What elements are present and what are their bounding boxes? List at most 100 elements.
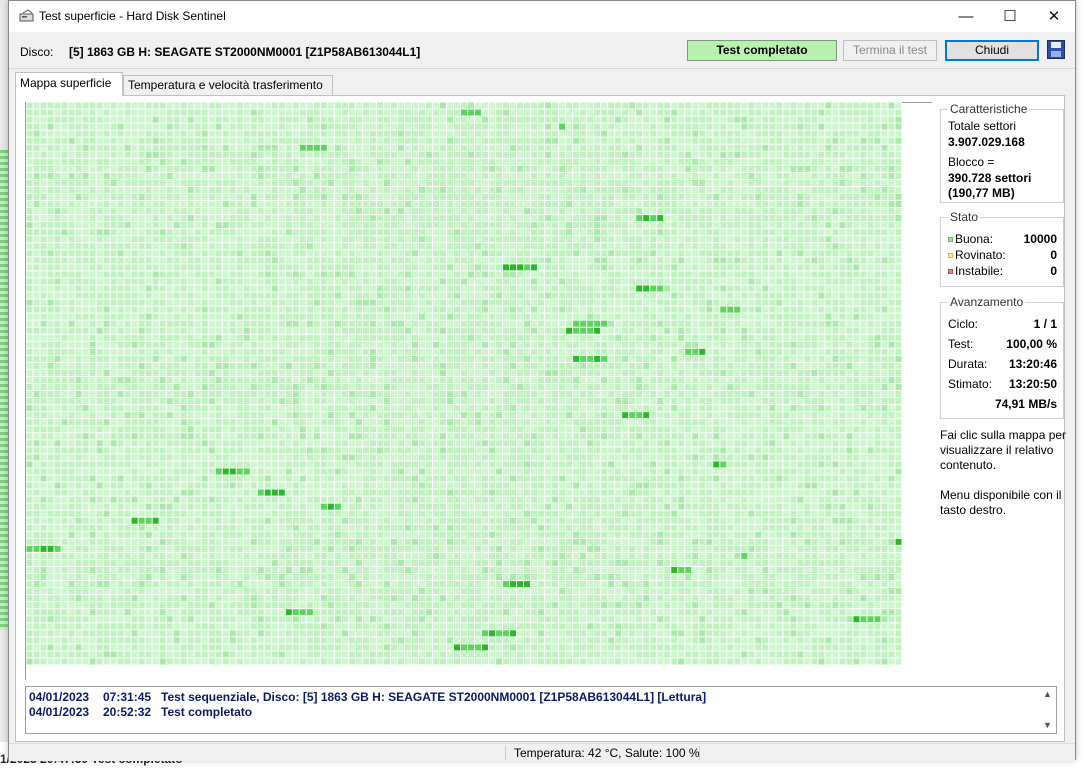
map-block[interactable] [461,376,468,383]
map-block[interactable] [68,278,75,285]
map-block[interactable] [26,362,33,369]
map-block[interactable] [159,172,166,179]
map-block[interactable] [853,285,860,292]
map-block[interactable] [685,179,692,186]
map-block[interactable] [404,327,411,334]
map-block[interactable] [369,151,376,158]
map-block[interactable] [734,109,741,116]
map-block[interactable] [166,292,173,299]
map-block[interactable] [110,158,117,165]
map-block[interactable] [341,313,348,320]
map-block[interactable] [215,362,222,369]
map-block[interactable] [110,278,117,285]
map-block[interactable] [341,285,348,292]
map-block[interactable] [453,144,460,151]
map-block[interactable] [47,299,54,306]
map-block[interactable] [166,320,173,327]
map-block[interactable] [362,193,369,201]
map-block[interactable] [531,222,538,229]
map-block[interactable] [461,306,468,313]
map-block[interactable] [47,376,54,383]
map-block[interactable] [453,271,460,278]
map-block[interactable] [222,186,229,193]
map-block[interactable] [657,292,664,299]
map-block[interactable] [685,130,692,137]
map-block[interactable] [397,299,404,306]
map-block[interactable] [306,179,313,186]
map-block[interactable] [376,109,383,116]
map-block[interactable] [699,334,706,341]
map-block[interactable] [489,109,496,116]
map-block[interactable] [524,278,531,285]
map-block[interactable] [846,278,853,285]
map-block[interactable] [194,236,201,243]
map-block[interactable] [117,165,124,172]
map-block[interactable] [229,348,236,355]
map-block[interactable] [797,229,804,236]
map-block[interactable] [496,123,503,130]
map-block[interactable] [425,292,432,299]
map-block[interactable] [390,236,397,243]
map-block[interactable] [152,278,159,285]
map-block[interactable] [82,313,89,320]
map-block[interactable] [531,313,538,320]
map-block[interactable] [475,165,482,172]
map-block[interactable] [769,116,776,123]
map-block[interactable] [341,208,348,215]
map-block[interactable] [222,137,229,144]
map-block[interactable] [187,243,194,250]
map-block[interactable] [748,137,755,144]
map-block[interactable] [334,306,341,313]
map-block[interactable] [299,186,306,193]
map-block[interactable] [243,229,250,236]
map-block[interactable] [103,116,110,123]
map-block[interactable] [629,348,636,355]
map-block[interactable] [194,208,201,215]
map-block[interactable] [243,172,250,179]
map-block[interactable] [320,264,327,271]
map-block[interactable] [278,369,285,376]
map-block[interactable] [278,172,285,179]
map-block[interactable] [355,109,362,116]
map-block[interactable] [664,144,671,151]
map-block[interactable] [229,215,236,222]
map-block[interactable] [418,285,425,292]
map-block[interactable] [489,299,496,306]
map-block[interactable] [411,257,418,264]
map-block[interactable] [818,116,825,123]
map-block[interactable] [853,186,860,193]
map-block[interactable] [769,243,776,250]
map-block[interactable] [489,215,496,222]
map-block[interactable] [825,306,832,313]
map-block[interactable] [734,102,741,109]
map-block[interactable] [453,362,460,369]
map-block[interactable] [475,201,482,208]
map-block[interactable] [482,222,489,229]
map-block[interactable] [124,369,131,376]
map-block[interactable] [510,334,517,341]
map-block[interactable] [33,278,40,285]
map-block[interactable] [89,144,96,151]
map-block[interactable] [152,369,159,376]
map-block[interactable] [299,229,306,236]
map-block[interactable] [75,208,82,215]
map-block[interactable] [615,229,622,236]
map-block[interactable] [26,250,33,257]
map-block[interactable] [327,109,334,116]
map-block[interactable] [797,186,804,193]
map-block[interactable] [250,299,257,306]
map-block[interactable] [117,320,124,327]
map-block[interactable] [47,158,54,165]
map-block[interactable] [278,285,285,292]
map-block[interactable] [215,236,222,243]
map-block[interactable] [769,306,776,313]
map-block[interactable] [664,355,671,362]
map-block[interactable] [503,130,510,137]
map-block[interactable] [383,172,390,179]
map-block[interactable] [222,341,229,348]
map-block[interactable] [285,137,292,144]
map-block[interactable] [439,116,446,123]
map-block[interactable] [895,299,902,306]
map-block[interactable] [496,376,503,383]
map-block[interactable] [664,348,671,355]
